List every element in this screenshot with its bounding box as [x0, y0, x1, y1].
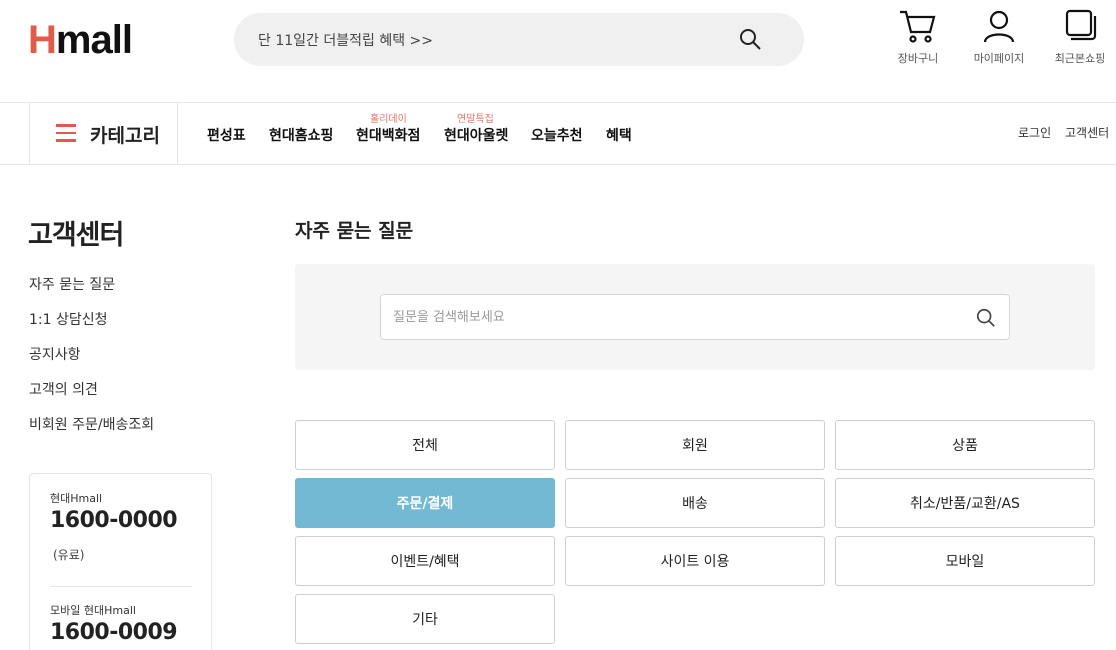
nav-item-hyundai-outlet[interactable]: 현대아울렛	[444, 125, 508, 145]
mypage-button[interactable]: 마이페이지	[959, 8, 1039, 66]
nav-item-benefits[interactable]: 혜택	[606, 125, 632, 145]
header: Hmall 단 11일간 더블적립 혜택 >> 장바구니 마이페이지 최근본쇼핑	[0, 0, 1116, 102]
contact-box: 현대Hmall 1600-0000 (유료) 모바일 현대Hmall 1600-…	[29, 473, 212, 650]
sidebar-item-notice[interactable]: 공지사항	[29, 344, 81, 364]
sidebar-item-guest-order[interactable]: 비회원 주문/배송조회	[29, 414, 154, 434]
nav-item-today-recommend[interactable]: 오늘추천	[531, 125, 583, 145]
recent-shopping-button[interactable]: 최근본쇼핑	[1040, 8, 1116, 66]
main-nav: 카테고리 편성표 현대홈쇼핑 홀리데이 현대백화점 연말특집 현대아울렛 오늘추…	[0, 102, 1116, 165]
user-icon	[983, 10, 1015, 43]
cart-button[interactable]: 장바구니	[878, 8, 958, 66]
search-icon[interactable]	[975, 307, 997, 329]
faq-search-area	[295, 264, 1095, 370]
category-button-product[interactable]: 상품	[835, 420, 1095, 470]
sidebar-item-feedback[interactable]: 고객의 의견	[29, 379, 98, 399]
sidebar-title: 고객센터	[28, 220, 124, 251]
nav-item-hyundai-department[interactable]: 현대백화점	[356, 125, 420, 145]
page-title: 자주 묻는 질문	[295, 220, 414, 242]
category-button-member[interactable]: 회원	[565, 420, 825, 470]
recent-shopping-label: 최근본쇼핑	[1054, 52, 1106, 65]
category-label: 카테고리	[90, 125, 160, 147]
nav-item-hyundai-homeshopping[interactable]: 현대홈쇼핑	[269, 125, 333, 145]
hmall-logo[interactable]: Hmall	[28, 18, 133, 62]
search-promo-text[interactable]: 단 11일간 더블적립 혜택 >>	[258, 30, 433, 50]
cart-label: 장바구니	[897, 52, 939, 65]
search-icon[interactable]	[738, 27, 762, 51]
recent-icon	[1065, 9, 1097, 41]
hamburger-icon	[56, 124, 76, 142]
category-button-site-usage[interactable]: 사이트 이용	[565, 536, 825, 586]
main-search-bar[interactable]: 단 11일간 더블적립 혜택 >>	[234, 13, 804, 66]
sidebar-item-faq[interactable]: 자주 묻는 질문	[29, 274, 115, 294]
category-button-order-payment[interactable]: 주문/결제	[295, 478, 555, 528]
contact-number-mobile: 1600-0009	[50, 620, 178, 645]
nav-tag-holiday: 홀리데이	[370, 114, 407, 125]
contact-name: 현대Hmall	[50, 492, 103, 505]
cart-icon	[900, 10, 936, 43]
category-menu-button[interactable]: 카테고리	[29, 103, 178, 164]
sidebar-item-1on1[interactable]: 1:1 상담신청	[29, 309, 108, 329]
login-link[interactable]: 로그인	[1018, 124, 1051, 141]
category-button-etc[interactable]: 기타	[295, 594, 555, 644]
category-button-mobile[interactable]: 모바일	[835, 536, 1095, 586]
nav-tag-yearend: 연말특집	[457, 114, 494, 125]
customer-center-link[interactable]: 고객센터	[1065, 124, 1109, 141]
faq-search-input[interactable]	[393, 295, 953, 339]
category-button-cancel-return[interactable]: 취소/반품/교환/AS	[835, 478, 1095, 528]
contact-name-mobile: 모바일 현대Hmall	[50, 604, 136, 617]
mypage-label: 마이페이지	[973, 52, 1025, 65]
contact-note: (유료)	[53, 548, 85, 562]
faq-search-box	[380, 294, 1010, 340]
category-button-all[interactable]: 전체	[295, 420, 555, 470]
nav-item-schedule[interactable]: 편성표	[207, 125, 246, 145]
contact-divider	[50, 586, 192, 587]
category-button-delivery[interactable]: 배송	[565, 478, 825, 528]
category-button-event[interactable]: 이벤트/혜택	[295, 536, 555, 586]
contact-number: 1600-0000	[50, 508, 178, 533]
